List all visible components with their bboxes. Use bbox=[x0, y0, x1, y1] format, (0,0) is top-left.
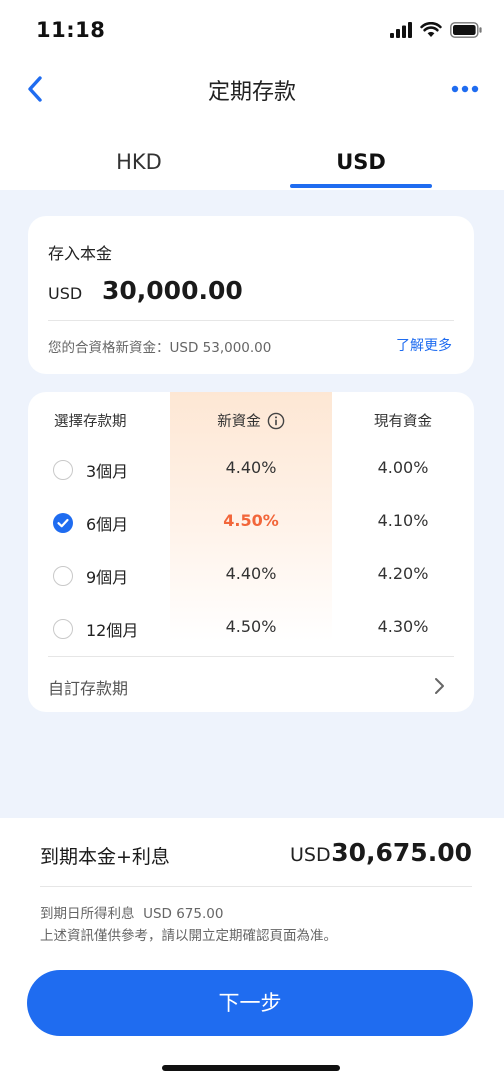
term-option-3-months[interactable]: 3個月 4.40% 4.00% bbox=[28, 452, 474, 492]
wifi-icon bbox=[420, 22, 442, 37]
term-option-6-months[interactable]: 6個月 4.50% 4.10% bbox=[28, 505, 474, 545]
radio-button[interactable] bbox=[53, 460, 73, 480]
existing-funds-rate: 4.10% bbox=[377, 511, 429, 530]
header-new-funds: 新資金 bbox=[170, 410, 332, 431]
chevron-right-icon[interactable] bbox=[430, 675, 448, 697]
maturity-currency: USD bbox=[290, 844, 331, 866]
screen: 11:18 定期存款 HKD USD 存入本金 USD 30,000.00 您的… bbox=[0, 0, 504, 1084]
next-button[interactable]: 下一步 bbox=[27, 970, 473, 1036]
learn-more-link[interactable]: 了解更多 bbox=[396, 335, 452, 355]
tab-usd[interactable]: USD bbox=[290, 150, 432, 174]
info-icon[interactable] bbox=[267, 412, 285, 430]
radio-button[interactable] bbox=[53, 566, 73, 586]
home-indicator bbox=[162, 1065, 340, 1071]
custom-term-link[interactable]: 自訂存款期 bbox=[48, 675, 128, 699]
more-button[interactable] bbox=[448, 76, 482, 102]
radio-button-checked[interactable] bbox=[53, 513, 73, 533]
signal-icon bbox=[390, 22, 412, 38]
interest-text: 到期日所得利息 USD 675.00 bbox=[40, 906, 224, 922]
battery-icon bbox=[450, 22, 482, 38]
radio-button[interactable] bbox=[53, 619, 73, 639]
new-funds-rate: 4.50% bbox=[223, 511, 279, 530]
header-new-funds-label: 新資金 bbox=[217, 414, 261, 430]
divider bbox=[48, 656, 454, 657]
principal-card: 存入本金 USD 30,000.00 您的合資格新資金：USD 53,000.0… bbox=[28, 216, 474, 374]
status-time: 11:18 bbox=[36, 18, 106, 42]
term-label: 6個月 bbox=[86, 515, 129, 534]
existing-funds-rate: 4.20% bbox=[377, 564, 429, 583]
new-funds-rate: 4.40% bbox=[225, 458, 277, 477]
principal-amount-field[interactable]: 30,000.00 bbox=[102, 276, 243, 305]
new-funds-rate: 4.40% bbox=[225, 564, 277, 583]
existing-funds-rate: 4.30% bbox=[377, 617, 429, 636]
maturity-amount: 30,675.00 bbox=[331, 838, 472, 867]
term-label: 3個月 bbox=[86, 462, 129, 481]
disclaimer-text: 上述資訊僅供參考，請以開立定期確認頁面為准。 bbox=[40, 928, 337, 944]
principal-currency: USD bbox=[48, 284, 83, 303]
page-title: 定期存款 bbox=[207, 80, 296, 105]
existing-funds-rate: 4.00% bbox=[377, 458, 429, 477]
tab-hkd[interactable]: HKD bbox=[68, 150, 210, 174]
term-label: 9個月 bbox=[86, 568, 129, 587]
eligible-funds-text: 您的合資格新資金：USD 53,000.00 bbox=[48, 340, 272, 356]
more-dots-icon bbox=[451, 85, 479, 93]
rates-card: 選擇存款期 新資金 現有資金 3個月 4.40% 4.00% 6個月 4.50% bbox=[28, 392, 474, 712]
summary-panel: 到期本金+利息 USD 30,675.00 到期日所得利息 USD 675.00… bbox=[0, 818, 504, 1084]
status-icons bbox=[390, 22, 482, 38]
term-option-9-months[interactable]: 9個月 4.40% 4.20% bbox=[28, 558, 474, 598]
header-term: 選擇存款期 bbox=[54, 414, 127, 430]
maturity-label: 到期本金+利息 bbox=[40, 846, 170, 868]
check-icon bbox=[57, 518, 69, 528]
principal-label: 存入本金 bbox=[48, 244, 113, 263]
divider bbox=[48, 320, 454, 321]
header-existing-funds: 現有資金 bbox=[374, 414, 432, 430]
term-label: 12個月 bbox=[86, 621, 139, 640]
new-funds-rate: 4.50% bbox=[225, 617, 277, 636]
term-option-12-months[interactable]: 12個月 4.50% 4.30% bbox=[28, 611, 474, 651]
tab-active-indicator bbox=[290, 184, 432, 188]
divider bbox=[40, 886, 472, 887]
